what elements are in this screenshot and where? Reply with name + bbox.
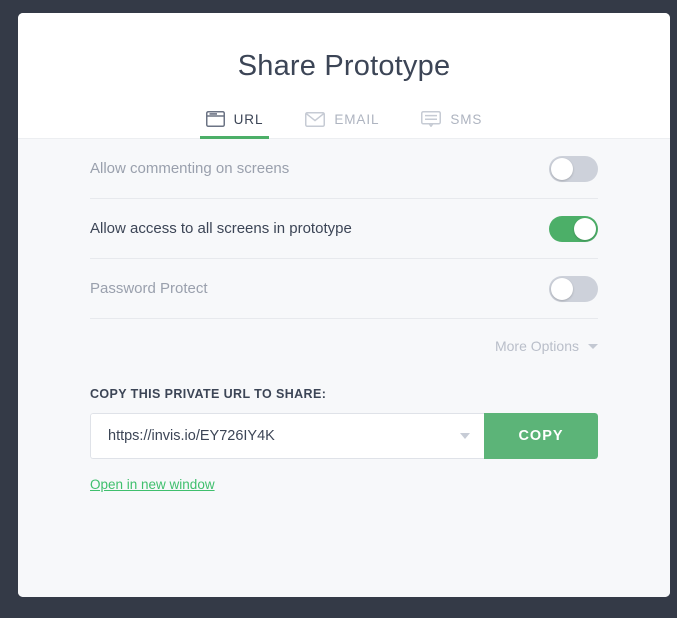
- copy-button[interactable]: COPY: [484, 413, 598, 459]
- toggle-knob: [551, 157, 573, 180]
- tab-url[interactable]: URL: [185, 111, 285, 139]
- option-label-password-protect: Password Protect: [90, 280, 208, 297]
- chevron-down-icon[interactable]: [460, 433, 470, 439]
- tab-email-label: EMAIL: [334, 112, 380, 127]
- option-row-allow-access: Allow access to all screens in prototype: [90, 199, 598, 259]
- dialog-header: Share Prototype URL EMAIL SMS: [18, 13, 670, 139]
- toggle-knob: [574, 217, 596, 240]
- option-label-allow-access: Allow access to all screens in prototype: [90, 220, 352, 237]
- url-share-section: COPY THIS PRIVATE URL TO SHARE: https://…: [90, 373, 598, 494]
- dialog-body: Allow commenting on screens Allow access…: [18, 139, 670, 597]
- share-prototype-dialog: Share Prototype URL EMAIL SMS Allow comm…: [18, 13, 670, 597]
- tab-sms-label: SMS: [450, 111, 483, 127]
- option-label-allow-commenting: Allow commenting on screens: [90, 160, 290, 177]
- envelope-icon: [305, 112, 326, 127]
- tab-email[interactable]: EMAIL: [284, 112, 400, 139]
- tab-sms[interactable]: SMS: [400, 111, 503, 139]
- window-backdrop: Share Prototype URL EMAIL SMS Allow comm…: [0, 0, 677, 618]
- browser-window-icon: [205, 111, 225, 127]
- tab-url-label: URL: [233, 111, 264, 127]
- page-title: Share Prototype: [237, 50, 451, 82]
- toggle-allow-commenting[interactable]: [549, 155, 598, 182]
- tab-bar: URL EMAIL SMS: [18, 111, 670, 139]
- share-url-input[interactable]: https://invis.io/EY726IY4K: [90, 413, 484, 459]
- toggle-allow-access[interactable]: [549, 215, 598, 242]
- toggle-knob: [551, 277, 573, 300]
- speech-bubble-icon: [421, 111, 442, 127]
- toggle-password-protect[interactable]: [549, 275, 598, 302]
- option-row-allow-commenting: Allow commenting on screens: [90, 139, 598, 199]
- share-url-value: https://invis.io/EY726IY4K: [108, 428, 275, 444]
- open-in-new-window-link[interactable]: Open in new window: [90, 477, 215, 492]
- more-options-button[interactable]: More Options: [90, 319, 598, 373]
- url-section-label: COPY THIS PRIVATE URL TO SHARE:: [90, 387, 327, 401]
- chevron-down-icon: [588, 343, 598, 349]
- url-copy-bar: https://invis.io/EY726IY4K COPY: [90, 413, 598, 459]
- more-options-label: More Options: [494, 338, 579, 354]
- option-row-password-protect: Password Protect: [90, 259, 598, 319]
